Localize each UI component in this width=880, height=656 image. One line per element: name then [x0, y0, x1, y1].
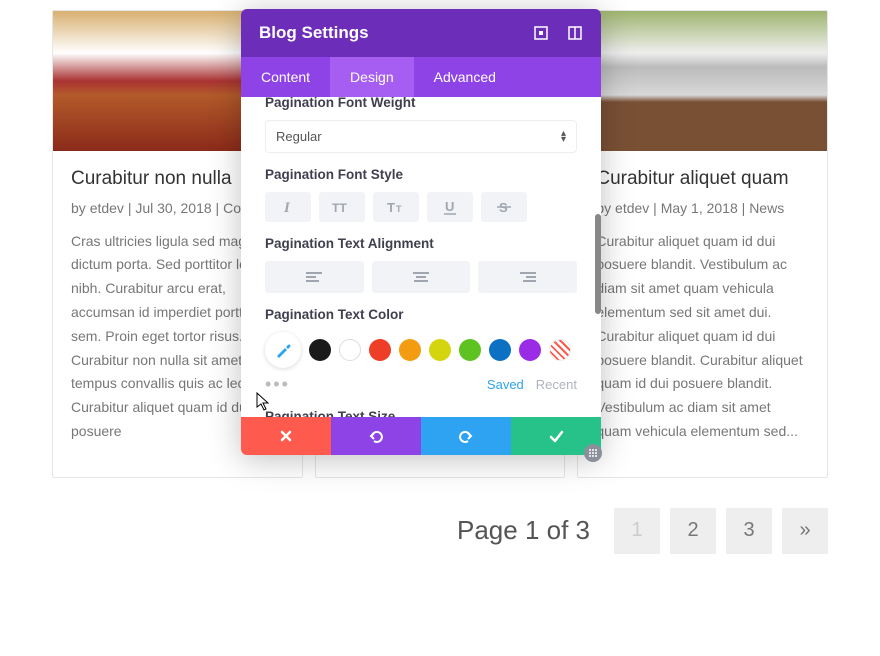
svg-text:I: I [283, 200, 291, 215]
swatch-purple[interactable] [519, 339, 541, 361]
page-2-button[interactable]: 2 [670, 508, 716, 554]
page-3-button[interactable]: 3 [726, 508, 772, 554]
label-text-size: Pagination Text Size [265, 409, 577, 417]
tab-content[interactable]: Content [241, 57, 330, 97]
label-alignment: Pagination Text Alignment [265, 236, 577, 251]
module-settings-handle[interactable] [584, 444, 602, 462]
underline-button[interactable]: U [427, 192, 473, 222]
label-color: Pagination Text Color [265, 307, 577, 322]
undo-button[interactable] [331, 417, 421, 455]
modal-title: Blog Settings [259, 23, 369, 43]
align-right-button[interactable] [478, 261, 577, 293]
expand-icon[interactable] [567, 25, 583, 41]
category-link[interactable]: News [749, 200, 784, 216]
font-weight-value: Regular [276, 129, 322, 144]
label-font-weight: Pagination Font Weight [265, 97, 577, 110]
swatch-blue[interactable] [489, 339, 511, 361]
swatch-green[interactable] [459, 339, 481, 361]
tab-advanced[interactable]: Advanced [414, 57, 516, 97]
modal-header[interactable]: Blog Settings [241, 9, 601, 57]
page-indicator: Page 1 of 3 [457, 515, 590, 546]
settings-modal: Blog Settings Content Design Advanced Pa… [241, 9, 601, 455]
redo-button[interactable] [421, 417, 511, 455]
saved-palette-tab[interactable]: Saved [487, 377, 524, 392]
align-center-button[interactable] [372, 261, 471, 293]
swatch-orange[interactable] [399, 339, 421, 361]
italic-button[interactable]: I [265, 192, 311, 222]
author-link[interactable]: etdev [90, 200, 124, 216]
svg-text:TT: TT [332, 201, 347, 215]
svg-text:T: T [387, 200, 395, 215]
blog-card[interactable]: Curabitur aliquet quam by etdev | May 1,… [577, 10, 828, 478]
card-excerpt: Curabitur aliquet quam id dui posuere bl… [596, 230, 809, 444]
swatch-transparent[interactable] [549, 339, 571, 361]
page-next-button[interactable]: » [782, 508, 828, 554]
author-link[interactable]: etdev [615, 200, 649, 216]
pagination: Page 1 of 3 1 2 3 » [0, 478, 880, 554]
card-image [578, 11, 827, 151]
modal-footer [241, 417, 601, 455]
snap-icon[interactable] [533, 25, 549, 41]
label-font-style: Pagination Font Style [265, 167, 577, 182]
scrollbar-thumb[interactable] [595, 214, 601, 314]
recent-palette-tab[interactable]: Recent [536, 377, 577, 392]
card-date: Jul 30, 2018 [135, 200, 211, 216]
font-weight-select[interactable]: Regular ▴▾ [265, 120, 577, 153]
select-caret-icon: ▴▾ [561, 131, 566, 143]
tab-design[interactable]: Design [330, 57, 414, 97]
color-picker-button[interactable] [265, 332, 301, 368]
cancel-button[interactable] [241, 417, 331, 455]
svg-text:T: T [396, 204, 402, 214]
page-1-button[interactable]: 1 [614, 508, 660, 554]
uppercase-button[interactable]: TT [319, 192, 365, 222]
swatch-yellow[interactable] [429, 339, 451, 361]
svg-text:U: U [445, 199, 454, 214]
more-colors-icon[interactable]: ••• [265, 374, 290, 395]
swatch-red[interactable] [369, 339, 391, 361]
card-date: May 1, 2018 [661, 200, 738, 216]
card-meta: by etdev | May 1, 2018 | News [596, 200, 809, 216]
swatch-black[interactable] [309, 339, 331, 361]
align-left-button[interactable] [265, 261, 364, 293]
strikethrough-button[interactable]: S [481, 192, 527, 222]
modal-tabs: Content Design Advanced [241, 57, 601, 97]
modal-body: Pagination Font Weight Regular ▴▾ Pagina… [241, 97, 601, 417]
card-title[interactable]: Curabitur aliquet quam [596, 167, 809, 192]
swatch-white[interactable] [339, 339, 361, 361]
smallcaps-button[interactable]: TT [373, 192, 419, 222]
